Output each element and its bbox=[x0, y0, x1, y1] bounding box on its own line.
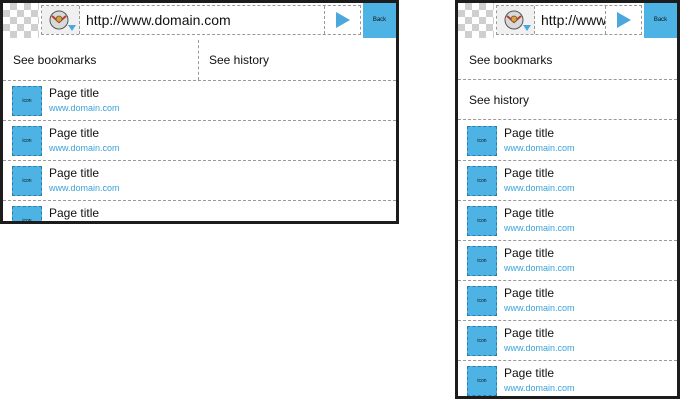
list-item[interactable]: icon Page title www.domain.com bbox=[3, 81, 396, 121]
page-icon: icon bbox=[467, 366, 497, 396]
page-title: Page title bbox=[504, 326, 555, 340]
url-text[interactable]: http://www.domain.com bbox=[86, 12, 231, 28]
see-bookmarks-button[interactable]: See bookmarks bbox=[3, 40, 199, 80]
list-item[interactable]: icon Page title www.domain.com bbox=[458, 121, 677, 161]
see-history-button[interactable]: See history bbox=[458, 80, 677, 120]
go-button[interactable] bbox=[605, 6, 641, 34]
back-button[interactable]: Back bbox=[363, 3, 396, 38]
list-item[interactable]: icon Page title www.domain.com bbox=[3, 121, 396, 161]
page-title: Page title bbox=[504, 246, 555, 260]
play-icon bbox=[617, 12, 631, 28]
page-url: www.domain.com bbox=[49, 223, 120, 224]
dropdown-arrow-icon bbox=[523, 25, 531, 31]
page-url: www.domain.com bbox=[504, 143, 575, 153]
list-item[interactable]: icon Page title www.domain.com bbox=[3, 161, 396, 201]
list-item[interactable]: icon Page title www.domain.com bbox=[3, 201, 396, 224]
page-url: www.domain.com bbox=[504, 383, 575, 393]
page-title: Page title bbox=[49, 166, 100, 180]
see-bookmarks-button[interactable]: See bookmarks bbox=[458, 40, 677, 80]
page-title: Page title bbox=[49, 126, 100, 140]
address-bar[interactable]: http://www. bbox=[496, 5, 642, 35]
play-icon bbox=[336, 12, 350, 28]
page-url: www.domain.com bbox=[504, 263, 575, 273]
page-icon: icon bbox=[467, 126, 497, 156]
see-history-button[interactable]: See history bbox=[200, 40, 396, 80]
transparent-area bbox=[458, 3, 494, 38]
browser-toolbar: http://www. Back bbox=[458, 3, 677, 38]
quick-links-bar: See bookmarks See history bbox=[3, 40, 396, 81]
browser-toolbar: http://www.domain.com Back bbox=[3, 3, 396, 38]
page-title: Page title bbox=[504, 126, 555, 140]
page-icon: icon bbox=[12, 126, 42, 156]
address-bar[interactable]: http://www.domain.com bbox=[41, 5, 361, 35]
go-button[interactable] bbox=[324, 6, 360, 34]
landscape-browser-mockup: http://www.domain.com Back See bookmarks… bbox=[0, 0, 399, 224]
page-icon: icon bbox=[12, 206, 42, 221]
list-item[interactable]: icon Page title www.domain.com bbox=[458, 281, 677, 321]
page-icon: icon bbox=[467, 206, 497, 236]
history-list: icon Page title www.domain.com icon Page… bbox=[458, 121, 677, 396]
history-list: icon Page title www.domain.com icon Page… bbox=[3, 81, 396, 224]
page-icon: icon bbox=[467, 286, 497, 316]
page-title: Page title bbox=[49, 86, 100, 100]
page-icon: icon bbox=[467, 326, 497, 356]
page-icon: icon bbox=[12, 86, 42, 116]
list-item[interactable]: icon Page title www.domain.com bbox=[458, 161, 677, 201]
page-title: Page title bbox=[504, 366, 555, 380]
page-icon: icon bbox=[12, 166, 42, 196]
page-title: Page title bbox=[504, 286, 555, 300]
transparent-area bbox=[3, 3, 39, 38]
dropdown-arrow-icon bbox=[68, 25, 76, 31]
page-icon: icon bbox=[467, 246, 497, 276]
list-item[interactable]: icon Page title www.domain.com bbox=[458, 241, 677, 281]
list-item[interactable]: icon Page title www.domain.com bbox=[458, 321, 677, 361]
page-url: www.domain.com bbox=[504, 223, 575, 233]
portrait-browser-mockup: http://www. Back See bookmarks See histo… bbox=[455, 0, 680, 399]
url-text[interactable]: http://www. bbox=[541, 12, 609, 28]
page-icon: icon bbox=[467, 166, 497, 196]
back-button[interactable]: Back bbox=[644, 3, 677, 38]
page-title: Page title bbox=[504, 166, 555, 180]
page-url: www.domain.com bbox=[504, 183, 575, 193]
page-url: www.domain.com bbox=[49, 143, 120, 153]
page-title: Page title bbox=[504, 206, 555, 220]
page-url: www.domain.com bbox=[49, 183, 120, 193]
page-url: www.domain.com bbox=[504, 343, 575, 353]
page-title: Page title bbox=[49, 206, 100, 220]
list-item[interactable]: icon Page title www.domain.com bbox=[458, 201, 677, 241]
page-url: www.domain.com bbox=[49, 103, 120, 113]
list-item[interactable]: icon Page title www.domain.com bbox=[458, 361, 677, 396]
page-url: www.domain.com bbox=[504, 303, 575, 313]
site-identity-button[interactable] bbox=[497, 6, 535, 34]
site-identity-button[interactable] bbox=[42, 6, 80, 34]
